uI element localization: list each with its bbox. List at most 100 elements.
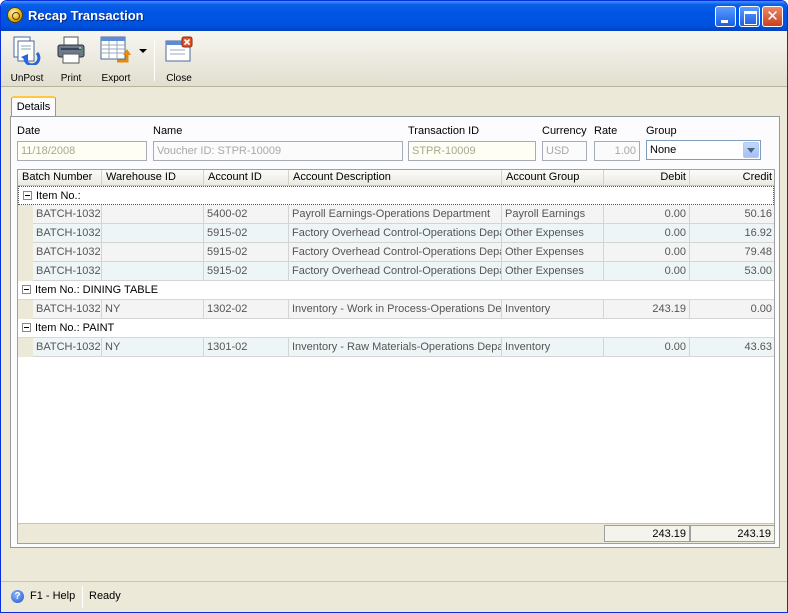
cell-debit[interactable]: 0.00 xyxy=(604,243,690,262)
cell-warehouse-id[interactable] xyxy=(102,262,204,281)
chevron-down-icon[interactable] xyxy=(743,142,759,158)
table-row[interactable]: BATCH-10320 5400-02 Payroll Earnings-Ope… xyxy=(18,205,774,224)
cell-account-description[interactable]: Factory Overhead Control-Operations Depa… xyxy=(289,262,502,281)
collapse-icon[interactable] xyxy=(22,285,31,294)
cell-warehouse-id[interactable] xyxy=(102,205,204,224)
group-select-value: None xyxy=(650,144,677,156)
unpost-button[interactable]: UnPost xyxy=(7,33,47,85)
help-text[interactable]: F1 - Help xyxy=(30,590,75,602)
close-window-button[interactable]: ✕ xyxy=(762,6,783,27)
column-header-account-id[interactable]: Account ID xyxy=(204,170,289,186)
help-icon[interactable]: ? xyxy=(11,590,24,603)
cell-credit[interactable]: 16.92 xyxy=(690,224,774,243)
group-select[interactable]: None xyxy=(646,140,761,160)
group-label: Item No.: PAINT xyxy=(35,322,115,334)
cell-account-group[interactable]: Other Expenses xyxy=(502,262,604,281)
grid-footer: 243.19 243.19 xyxy=(18,523,774,543)
cell-account-id[interactable]: 1302-02 xyxy=(204,300,289,319)
printer-icon xyxy=(57,36,85,64)
total-debit: 243.19 xyxy=(604,525,690,542)
date-label: Date xyxy=(17,125,41,137)
recap-grid: Batch Number Warehouse ID Account ID Acc… xyxy=(17,169,775,544)
chevron-down-icon[interactable] xyxy=(139,49,147,53)
rate-field[interactable]: 1.00 xyxy=(594,141,640,161)
cell-warehouse-id[interactable] xyxy=(102,224,204,243)
cell-account-group[interactable]: Other Expenses xyxy=(502,224,604,243)
cell-account-group[interactable]: Inventory xyxy=(502,338,604,357)
currency-field[interactable]: USD xyxy=(542,141,587,161)
column-header-account-description[interactable]: Account Description xyxy=(289,170,502,186)
column-header-credit[interactable]: Credit xyxy=(690,170,774,186)
table-row[interactable]: BATCH-10320 5915-02 Factory Overhead Con… xyxy=(18,224,774,243)
cell-debit[interactable]: 0.00 xyxy=(604,224,690,243)
cell-account-id[interactable]: 5915-02 xyxy=(204,262,289,281)
cell-warehouse-id[interactable]: NY xyxy=(102,300,204,319)
cell-account-id[interactable]: 1301-02 xyxy=(204,338,289,357)
column-header-warehouse-id[interactable]: Warehouse ID xyxy=(102,170,204,186)
cell-debit[interactable]: 243.19 xyxy=(604,300,690,319)
title-bar[interactable]: Recap Transaction ✕ xyxy=(1,1,787,31)
close-icon: ✕ xyxy=(766,8,779,25)
minimize-button[interactable] xyxy=(715,6,736,27)
toolbar-separator xyxy=(154,39,155,81)
unpost-icon xyxy=(13,36,41,65)
cell-batch-number[interactable]: BATCH-10320 xyxy=(33,338,102,357)
table-row[interactable]: BATCH-10320 NY 1301-02 Inventory - Raw M… xyxy=(18,338,774,357)
group-row[interactable]: Item No.: xyxy=(18,186,774,205)
date-field[interactable]: 11/18/2008 xyxy=(17,141,147,161)
cell-debit[interactable]: 0.00 xyxy=(604,205,690,224)
group-label: Item No.: xyxy=(36,190,81,202)
table-row[interactable]: BATCH-10320 5915-02 Factory Overhead Con… xyxy=(18,243,774,262)
cell-account-group[interactable]: Inventory xyxy=(502,300,604,319)
collapse-icon[interactable] xyxy=(22,323,31,332)
cell-account-description[interactable]: Factory Overhead Control-Operations Depa… xyxy=(289,224,502,243)
cell-warehouse-id[interactable]: NY xyxy=(102,338,204,357)
cell-account-group[interactable]: Other Expenses xyxy=(502,243,604,262)
cell-account-id[interactable]: 5915-02 xyxy=(204,224,289,243)
cell-batch-number[interactable]: BATCH-10320 xyxy=(33,300,102,319)
cell-batch-number[interactable]: BATCH-10320 xyxy=(33,224,102,243)
column-header-batch-number[interactable]: Batch Number xyxy=(18,170,102,186)
export-button[interactable]: Export xyxy=(93,33,151,85)
total-credit: 243.19 xyxy=(690,525,774,542)
cell-debit[interactable]: 0.00 xyxy=(604,262,690,281)
group-label: Group xyxy=(646,125,677,137)
tab-details[interactable]: Details xyxy=(11,96,56,117)
cell-batch-number[interactable]: BATCH-10320 xyxy=(33,243,102,262)
table-row[interactable]: BATCH-10320 NY 1302-02 Inventory - Work … xyxy=(18,300,774,319)
recap-transaction-window: Recap Transaction ✕ UnPost Print Export … xyxy=(0,0,788,613)
cell-account-description[interactable]: Payroll Earnings-Operations Department xyxy=(289,205,502,224)
cell-account-description[interactable]: Inventory - Work in Process-Operations D… xyxy=(289,300,502,319)
window-title: Recap Transaction xyxy=(28,8,144,23)
cell-batch-number[interactable]: BATCH-10320 xyxy=(33,262,102,281)
cell-credit[interactable]: 79.48 xyxy=(690,243,774,262)
cell-account-id[interactable]: 5400-02 xyxy=(204,205,289,224)
close-button[interactable]: Close xyxy=(159,33,199,85)
cell-batch-number[interactable]: BATCH-10320 xyxy=(33,205,102,224)
collapse-icon[interactable] xyxy=(23,191,32,200)
column-header-debit[interactable]: Debit xyxy=(604,170,690,186)
print-button[interactable]: Print xyxy=(53,33,89,85)
group-row[interactable]: Item No.: PAINT xyxy=(18,319,774,338)
transaction-id-field[interactable]: STPR-10009 xyxy=(408,141,536,161)
unpost-label: UnPost xyxy=(10,73,44,84)
currency-label: Currency xyxy=(542,125,587,137)
name-field[interactable]: Voucher ID: STPR-10009 xyxy=(153,141,403,161)
cell-credit[interactable]: 43.63 xyxy=(690,338,774,357)
column-header-account-group[interactable]: Account Group xyxy=(502,170,604,186)
cell-credit[interactable]: 50.16 xyxy=(690,205,774,224)
group-label: Item No.: DINING TABLE xyxy=(35,284,159,296)
cell-warehouse-id[interactable] xyxy=(102,243,204,262)
group-row[interactable]: Item No.: DINING TABLE xyxy=(18,281,774,300)
table-row[interactable]: BATCH-10320 5915-02 Factory Overhead Con… xyxy=(18,262,774,281)
cell-debit[interactable]: 0.00 xyxy=(604,338,690,357)
export-icon xyxy=(100,36,131,63)
maximize-button[interactable] xyxy=(739,6,760,27)
cell-account-id[interactable]: 5915-02 xyxy=(204,243,289,262)
close-label: Close xyxy=(166,73,192,84)
cell-account-description[interactable]: Inventory - Raw Materials-Operations Dep… xyxy=(289,338,502,357)
cell-credit[interactable]: 53.00 xyxy=(690,262,774,281)
cell-account-description[interactable]: Factory Overhead Control-Operations Depa… xyxy=(289,243,502,262)
cell-credit[interactable]: 0.00 xyxy=(690,300,774,319)
cell-account-group[interactable]: Payroll Earnings xyxy=(502,205,604,224)
